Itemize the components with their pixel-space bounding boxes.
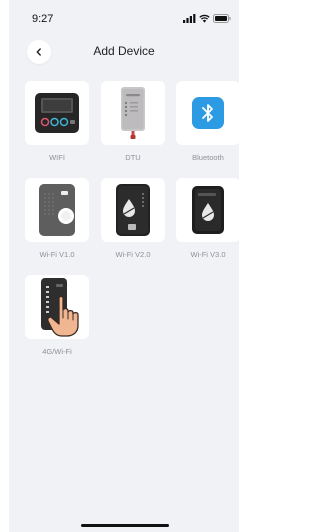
device-label: 4G/Wi-Fi: [42, 347, 72, 356]
device-tile[interactable]: [101, 81, 165, 145]
signal-icon: [183, 13, 196, 23]
device-option-wifi[interactable]: WIFI: [25, 81, 89, 162]
device-tile[interactable]: [101, 178, 165, 242]
device-label: Bluetooth: [192, 153, 224, 162]
status-icons: [183, 12, 231, 24]
device-option-wifi-v3[interactable]: Wi-Fi V3.0: [176, 178, 239, 259]
wifi-v3-device-icon: [192, 186, 224, 234]
status-time: 9:27: [32, 13, 54, 25]
4g-wifi-device-icon: [41, 278, 79, 337]
status-bar: 9:27: [9, 0, 239, 34]
bluetooth-icon: [192, 97, 224, 129]
wifi-icon: [199, 14, 210, 23]
device-option-wifi-v1[interactable]: Wi-Fi V1.0: [25, 178, 89, 259]
home-indicator: [81, 524, 169, 527]
device-tile[interactable]: [176, 178, 239, 242]
device-tile[interactable]: [176, 81, 239, 145]
device-label: DTU: [125, 153, 141, 162]
device-option-4g-wifi[interactable]: 4G/Wi-Fi: [25, 275, 89, 356]
device-option-dtu[interactable]: DTU: [101, 81, 165, 162]
add-device-screen: 9:27 Add Device WIFI DTU Bluetooth Wi-Fi…: [9, 0, 239, 532]
device-label: Wi-Fi V2.0: [115, 250, 151, 259]
header: Add Device: [9, 38, 239, 66]
wifi-v2-device-icon: [116, 184, 150, 236]
device-label: Wi-Fi V1.0: [39, 250, 75, 259]
device-label: WIFI: [49, 153, 65, 162]
device-tile[interactable]: [25, 275, 89, 339]
page-title: Add Device: [93, 44, 155, 58]
dtu-device-icon: [121, 87, 145, 139]
battery-icon: [213, 13, 231, 23]
device-option-bluetooth[interactable]: Bluetooth: [176, 81, 239, 162]
wifi-controller-device-icon: [35, 93, 79, 133]
device-label: Wi-Fi V3.0: [190, 250, 226, 259]
device-tile[interactable]: [25, 178, 89, 242]
wifi-v1-device-icon: [39, 184, 75, 236]
device-option-wifi-v2[interactable]: Wi-Fi V2.0: [101, 178, 165, 259]
device-tile[interactable]: [25, 81, 89, 145]
